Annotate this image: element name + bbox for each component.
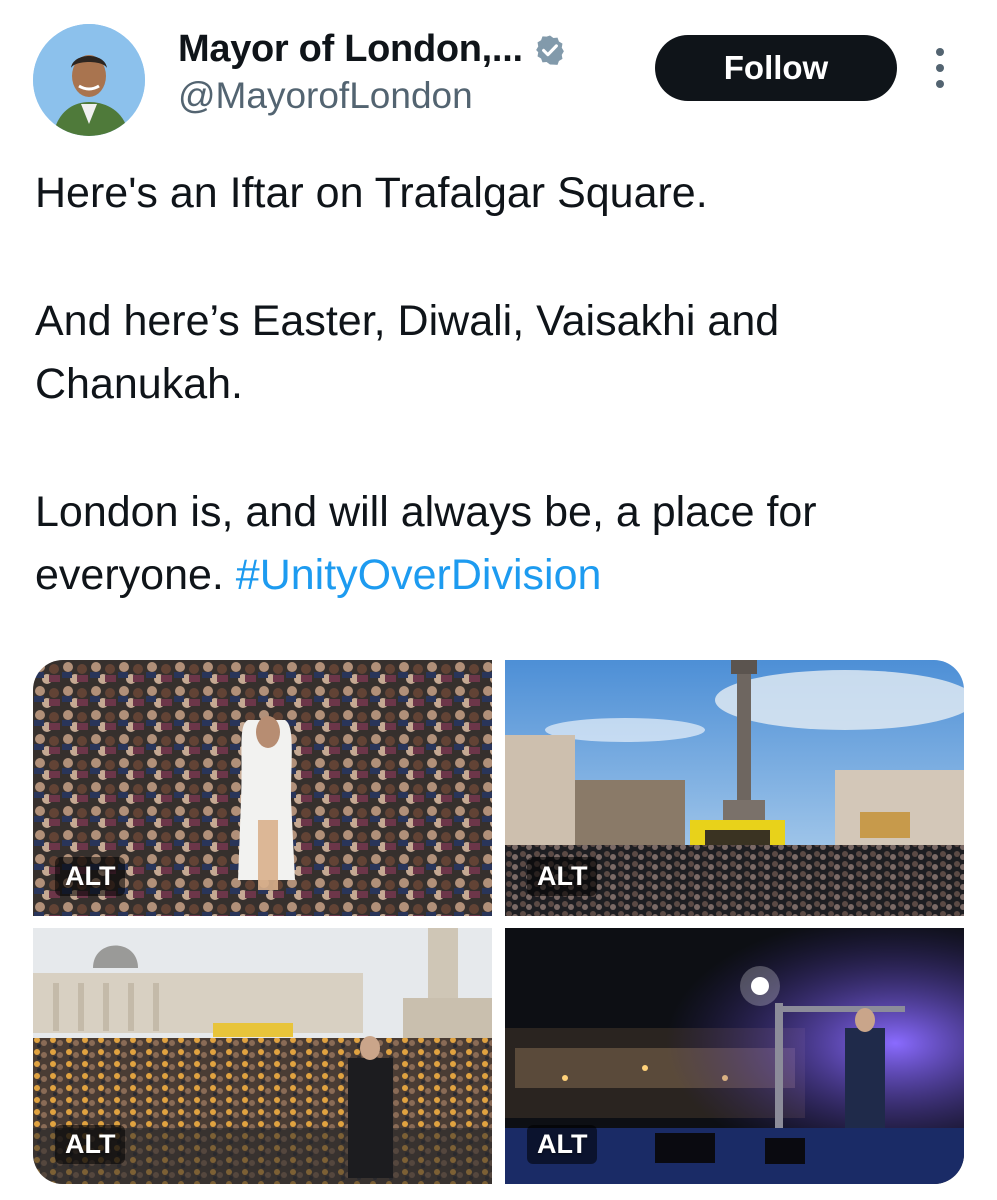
media-photo-gallery[interactable]: ALT: [33, 928, 492, 1184]
verified-badge-icon: [533, 33, 567, 67]
avatar-photo: [33, 24, 145, 136]
tweet-text: Here's an Iftar on Trafalgar Square. And…: [35, 162, 975, 607]
tweet-paragraph: And here’s Easter, Diwali, Vaisakhi and …: [35, 297, 780, 408]
follow-button[interactable]: Follow: [655, 35, 897, 101]
display-name[interactable]: Mayor of London,...: [178, 28, 523, 71]
media-photo-night-stage[interactable]: ALT: [505, 928, 964, 1184]
alt-badge[interactable]: ALT: [527, 857, 598, 896]
alt-badge[interactable]: ALT: [527, 1125, 598, 1164]
media-grid: ALT ALT ALT ALT: [33, 660, 964, 1184]
tweet-header: Mayor of London,... @MayorofLondon Follo…: [0, 0, 997, 150]
author-names: Mayor of London,... @MayorofLondon: [178, 28, 567, 117]
media-photo-crowd[interactable]: ALT: [33, 660, 492, 916]
more-vertical-icon[interactable]: [928, 48, 952, 88]
alt-badge[interactable]: ALT: [55, 857, 126, 896]
avatar[interactable]: [33, 24, 145, 136]
alt-badge[interactable]: ALT: [55, 1125, 126, 1164]
display-name-row: Mayor of London,...: [178, 28, 567, 71]
media-photo-column[interactable]: ALT: [505, 660, 964, 916]
hashtag-link[interactable]: #UnityOverDivision: [236, 551, 602, 599]
author-handle[interactable]: @MayorofLondon: [178, 75, 567, 117]
tweet-paragraph: London is, and will always be, a place f…: [35, 481, 975, 607]
tweet-paragraph: Here's an Iftar on Trafalgar Square.: [35, 169, 708, 217]
